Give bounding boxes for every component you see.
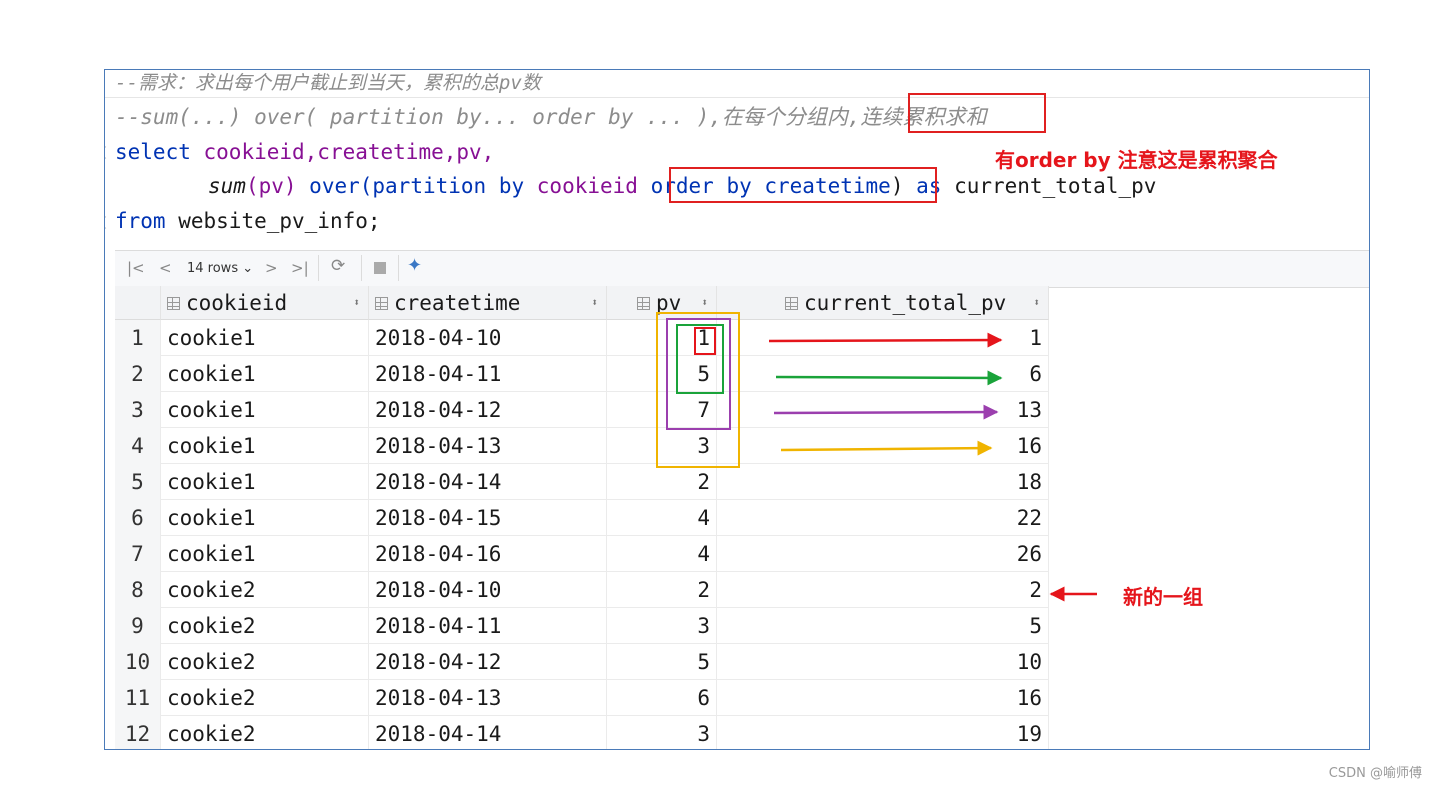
fold-marker[interactable]: [105, 216, 112, 229]
toolbar-divider: [318, 255, 319, 281]
partition-col: cookieid: [536, 174, 638, 198]
sql-editor[interactable]: --需求：求出每个用户截止到当天，累积的总pv数 --sum(...) over…: [105, 70, 1369, 250]
chevron-down-icon: ⌄: [242, 261, 254, 276]
arrow-red: [768, 332, 1003, 348]
new-group-annotation: 新的一组: [1123, 585, 1203, 609]
arrow-green: [775, 370, 1003, 386]
toolbar-divider: [398, 255, 399, 281]
new-group-arrow: [1049, 586, 1097, 602]
func-sum: sum: [208, 174, 246, 198]
alias-name: current_total_pv: [954, 174, 1157, 198]
prev-page-icon[interactable]: <: [159, 259, 172, 277]
result-grid: cookieid ⬍ createtime ⬍ pv ⬍ current_total_…: [115, 286, 1049, 749]
watermark: CSDN @喻师傅: [1328, 766, 1422, 781]
order-note-annotation: 有order by 注意这是累积聚合: [995, 148, 1278, 172]
sum-arg: (pv): [245, 174, 297, 198]
comment-line-2: --sum(...) over( partition by... order b…: [115, 100, 987, 134]
comment-text: --sum(...) over( partition by... order b…: [115, 105, 861, 129]
arrow-orange: [780, 440, 993, 456]
first-page-icon[interactable]: |<: [127, 259, 145, 277]
rows-count-dropdown[interactable]: 14 rows ⌄: [187, 261, 253, 276]
pin-tab-icon[interactable]: ✦: [407, 255, 422, 276]
table-name: website_pv_info;: [178, 209, 381, 233]
highlight-box-cumulative: [908, 93, 1046, 133]
select-columns: cookieid,createtime,pv,: [203, 140, 495, 164]
screenshot-frame: --需求：求出每个用户截止到当天，累积的总pv数 --sum(...) over…: [104, 69, 1370, 750]
arrow-purple: [773, 404, 999, 420]
keyword-from: from: [115, 209, 166, 233]
next-page-icon[interactable]: >: [265, 259, 278, 277]
rows-count-label: 14 rows: [187, 261, 239, 276]
keyword-select: select: [115, 140, 191, 164]
stop-icon[interactable]: [374, 262, 386, 274]
last-page-icon[interactable]: >|: [291, 259, 309, 277]
code-line-from: from website_pv_info;: [115, 204, 381, 238]
comment-line-1: --需求：求出每个用户截止到当天，累积的总pv数: [115, 72, 541, 94]
refresh-icon[interactable]: ⟳: [331, 256, 345, 276]
highlight-box-order-by: [669, 167, 937, 203]
keyword-over: over: [309, 174, 360, 198]
result-toolbar: |< < 14 rows ⌄ > >| ⟳ ✦: [115, 250, 1369, 288]
arrow-overlay: [768, 332, 1003, 456]
keyword-partition: (partition by: [359, 174, 525, 198]
code-line-select: select cookieid,createtime,pv,: [115, 135, 494, 169]
toolbar-divider: [361, 255, 362, 281]
fold-marker[interactable]: [105, 146, 112, 159]
